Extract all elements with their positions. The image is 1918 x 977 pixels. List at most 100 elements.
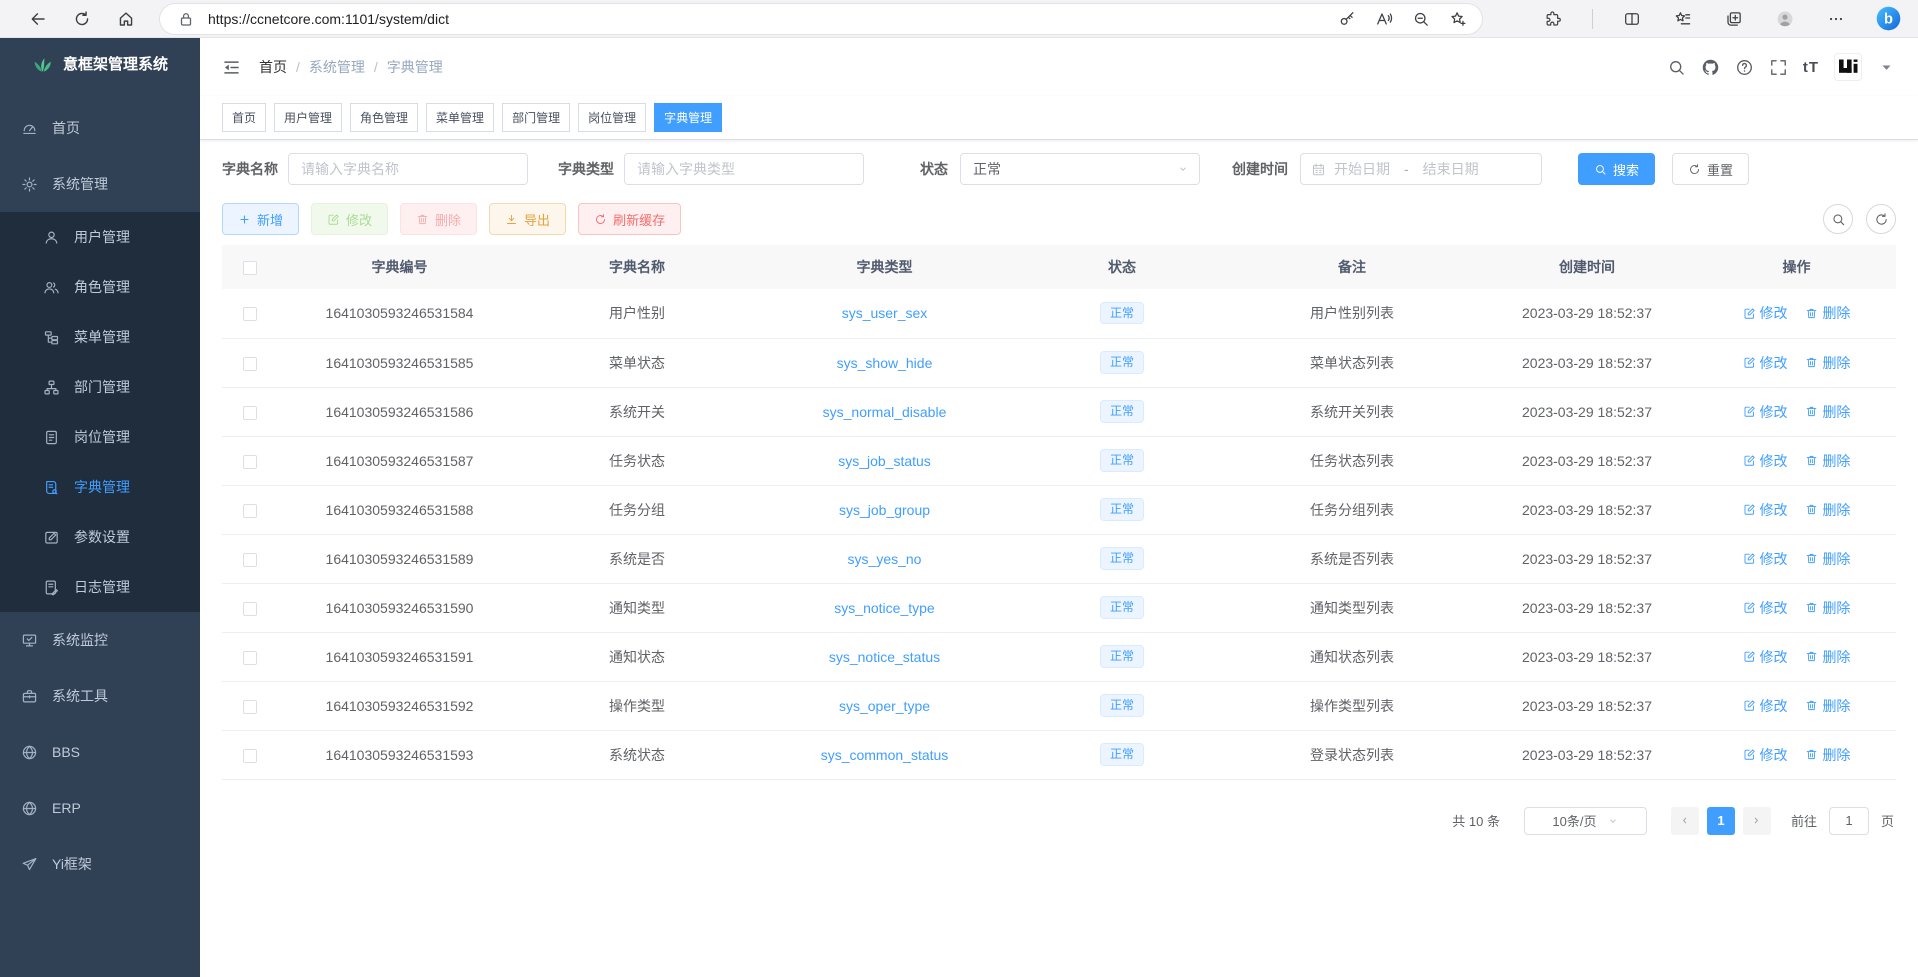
favorites-icon[interactable] (1671, 7, 1695, 31)
dict-type-link[interactable]: sys_normal_disable (823, 404, 947, 420)
date-end-placeholder[interactable]: 结束日期 (1423, 159, 1479, 179)
tab[interactable]: 字典管理 (654, 103, 722, 132)
reload-icon[interactable] (70, 7, 94, 31)
row-edit-button[interactable]: 修改 (1743, 500, 1788, 520)
row-checkbox[interactable] (243, 553, 257, 567)
row-checkbox[interactable] (243, 700, 257, 714)
url-text[interactable]: https://ccnetcore.com:1101/system/dict (208, 11, 1337, 27)
dict-type-link[interactable]: sys_oper_type (839, 698, 930, 714)
sidebar-item[interactable]: 首页 (0, 100, 200, 156)
sidebar-item[interactable]: 岗位管理 (0, 412, 200, 462)
more-menu-icon[interactable] (1824, 7, 1848, 31)
row-edit-button[interactable]: 修改 (1743, 303, 1788, 323)
zoom-out-icon[interactable] (1411, 9, 1431, 29)
row-edit-button[interactable]: 修改 (1743, 549, 1788, 569)
toggle-search-button[interactable] (1823, 204, 1853, 234)
dict-type-link[interactable]: sys_notice_type (834, 600, 934, 616)
row-checkbox[interactable] (243, 504, 257, 518)
page-size-select[interactable]: 10条/页 (1524, 807, 1647, 835)
github-icon[interactable] (1701, 58, 1720, 77)
sidebar-item[interactable]: 系统管理 (0, 156, 200, 212)
row-checkbox[interactable] (243, 749, 257, 763)
sidebar-item[interactable]: ERP (0, 780, 200, 836)
tab[interactable]: 岗位管理 (578, 103, 646, 132)
text-size-icon[interactable]: tT (1803, 59, 1819, 76)
collections-icon[interactable] (1722, 7, 1746, 31)
dict-type-link[interactable]: sys_show_hide (837, 355, 933, 371)
password-key-icon[interactable] (1337, 9, 1357, 29)
select-all-checkbox[interactable] (243, 261, 257, 275)
row-checkbox[interactable] (243, 455, 257, 469)
tab[interactable]: 首页 (222, 103, 266, 132)
dict-type-link[interactable]: sys_user_sex (842, 305, 928, 321)
dict-type-link[interactable]: sys_yes_no (848, 551, 922, 567)
export-button[interactable]: 导出 (489, 203, 566, 235)
dict-name-input[interactable] (288, 153, 528, 185)
breadcrumb-home[interactable]: 首页 (259, 57, 287, 77)
split-screen-icon[interactable] (1620, 7, 1644, 31)
refresh-cache-button[interactable]: 刷新缓存 (578, 203, 681, 235)
sidebar-item[interactable]: BBS (0, 724, 200, 780)
row-delete-button[interactable]: 删除 (1805, 353, 1850, 373)
sidebar-item[interactable]: 部门管理 (0, 362, 200, 412)
edit-button[interactable]: 修改 (311, 203, 388, 235)
delete-button[interactable]: 删除 (400, 203, 477, 235)
row-edit-button[interactable]: 修改 (1743, 353, 1788, 373)
caret-down-icon[interactable] (1877, 58, 1896, 77)
favorite-add-icon[interactable] (1448, 9, 1468, 29)
search-button[interactable]: 搜索 (1578, 153, 1655, 185)
sidebar-item[interactable]: 角色管理 (0, 262, 200, 312)
row-delete-button[interactable]: 删除 (1805, 402, 1850, 422)
row-delete-button[interactable]: 删除 (1805, 451, 1850, 471)
row-edit-button[interactable]: 修改 (1743, 696, 1788, 716)
sidebar-item[interactable]: 日志管理 (0, 562, 200, 612)
row-delete-button[interactable]: 删除 (1805, 549, 1850, 569)
dict-type-link[interactable]: sys_job_status (838, 453, 931, 469)
dict-type-input[interactable] (624, 153, 864, 185)
row-delete-button[interactable]: 删除 (1805, 500, 1850, 520)
search-icon[interactable] (1667, 58, 1686, 77)
status-select[interactable]: 正常 (960, 153, 1200, 185)
row-edit-button[interactable]: 修改 (1743, 451, 1788, 471)
row-delete-button[interactable]: 删除 (1805, 303, 1850, 323)
row-checkbox[interactable] (243, 602, 257, 616)
help-icon[interactable] (1735, 58, 1754, 77)
row-checkbox[interactable] (243, 307, 257, 321)
date-range-picker[interactable]: 开始日期 - 结束日期 (1300, 153, 1542, 185)
page-number-1[interactable]: 1 (1707, 807, 1735, 835)
sidebar-item[interactable]: 参数设置 (0, 512, 200, 562)
sidebar-item[interactable]: 系统监控 (0, 612, 200, 668)
dict-type-link[interactable]: sys_notice_status (829, 649, 940, 665)
next-page-button[interactable] (1743, 807, 1771, 835)
sidebar-item[interactable]: 系统工具 (0, 668, 200, 724)
goto-page-input[interactable] (1829, 807, 1869, 835)
row-checkbox[interactable] (243, 406, 257, 420)
home-icon[interactable] (114, 7, 138, 31)
sidebar-item[interactable]: 用户管理 (0, 212, 200, 262)
row-delete-button[interactable]: 删除 (1805, 745, 1850, 765)
fullscreen-icon[interactable] (1769, 58, 1788, 77)
dict-type-link[interactable]: sys_common_status (821, 747, 949, 763)
sidebar-item[interactable]: 字典管理 (0, 462, 200, 512)
sidebar-collapse-icon[interactable] (222, 58, 241, 77)
row-delete-button[interactable]: 删除 (1805, 696, 1850, 716)
sidebar-item[interactable]: 菜单管理 (0, 312, 200, 362)
back-icon[interactable] (26, 7, 50, 31)
tab[interactable]: 菜单管理 (426, 103, 494, 132)
read-aloud-icon[interactable] (1374, 9, 1394, 29)
prev-page-button[interactable] (1671, 807, 1699, 835)
sidebar-item[interactable]: Yi框架 (0, 836, 200, 892)
add-button[interactable]: 新增 (222, 203, 299, 235)
reset-button[interactable]: 重置 (1672, 153, 1749, 185)
extensions-icon[interactable] (1541, 7, 1565, 31)
row-edit-button[interactable]: 修改 (1743, 745, 1788, 765)
row-edit-button[interactable]: 修改 (1743, 598, 1788, 618)
tab[interactable]: 部门管理 (502, 103, 570, 132)
refresh-table-button[interactable] (1866, 204, 1896, 234)
row-delete-button[interactable]: 删除 (1805, 598, 1850, 618)
row-edit-button[interactable]: 修改 (1743, 402, 1788, 422)
row-checkbox[interactable] (243, 651, 257, 665)
date-start-placeholder[interactable]: 开始日期 (1334, 159, 1390, 179)
dict-type-link[interactable]: sys_job_group (839, 502, 930, 518)
copilot-bing-icon[interactable]: b (1875, 5, 1902, 32)
